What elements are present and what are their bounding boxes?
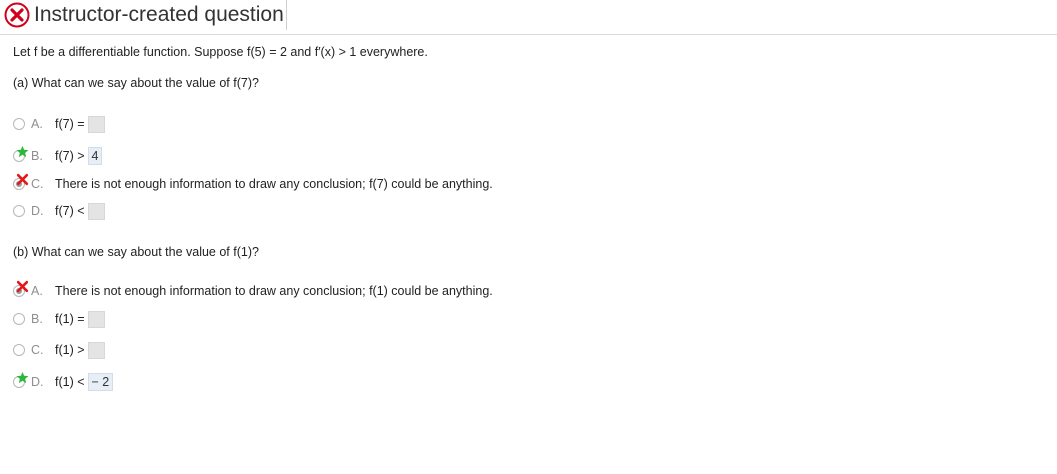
part-a-option-a[interactable]: A. f(7) = [13,114,105,134]
option-letter: D. [31,204,44,218]
question-title: Instructor-created question [34,3,284,26]
option-letter: B. [31,312,43,326]
option-text: f(1) < [55,375,85,389]
option-letter: C. [31,343,44,357]
answer-input[interactable] [87,310,105,328]
part-a-option-d[interactable]: D. f(7) < [13,201,105,221]
radio-button[interactable] [13,312,27,326]
part-a-option-b[interactable]: B. f(7) > 4 [13,145,103,166]
question-stem: Let f be a differentiable function. Supp… [13,45,428,59]
correct-star-icon [16,145,29,158]
part-b-option-d[interactable]: D. f(1) < − 2 [13,371,114,392]
part-b-option-a[interactable]: A. There is not enough information to dr… [13,280,493,301]
incorrect-x-icon [16,280,29,293]
option-text: There is not enough information to draw … [55,284,493,298]
part-b-option-c[interactable]: C. f(1) > [13,340,105,360]
radio-button[interactable] [13,173,29,191]
option-letter: A. [31,284,43,298]
incorrect-x-icon [4,2,30,28]
part-a-prompt: (a) What can we say about the value of f… [13,76,259,90]
answer-value: 4 [87,147,103,165]
radio-button[interactable] [13,117,27,131]
answer-input[interactable] [87,202,105,220]
header-divider [0,34,1057,35]
question-header: Instructor-created question [0,0,287,30]
part-b-option-b[interactable]: B. f(1) = [13,309,105,329]
option-text: f(7) > [55,149,85,163]
option-text: f(7) = [55,117,85,131]
option-letter: A. [31,117,43,131]
part-b-prompt: (b) What can we say about the value of f… [13,245,259,259]
option-text: f(1) = [55,312,85,326]
option-text: There is not enough information to draw … [55,177,493,191]
option-text: f(1) > [55,343,85,357]
radio-button[interactable] [13,343,27,357]
incorrect-x-icon [16,173,29,186]
answer-input[interactable] [87,115,105,133]
radio-button[interactable] [13,371,29,389]
radio-button[interactable] [13,204,27,218]
option-letter: C. [31,177,44,191]
option-letter: B. [31,149,43,163]
radio-button[interactable] [13,280,29,298]
correct-star-icon [16,371,29,384]
option-letter: D. [31,375,44,389]
radio-button[interactable] [13,145,29,163]
option-text: f(7) < [55,204,85,218]
answer-input[interactable] [87,341,105,359]
part-a-option-c[interactable]: C. There is not enough information to dr… [13,173,493,194]
answer-value: − 2 [87,373,114,391]
